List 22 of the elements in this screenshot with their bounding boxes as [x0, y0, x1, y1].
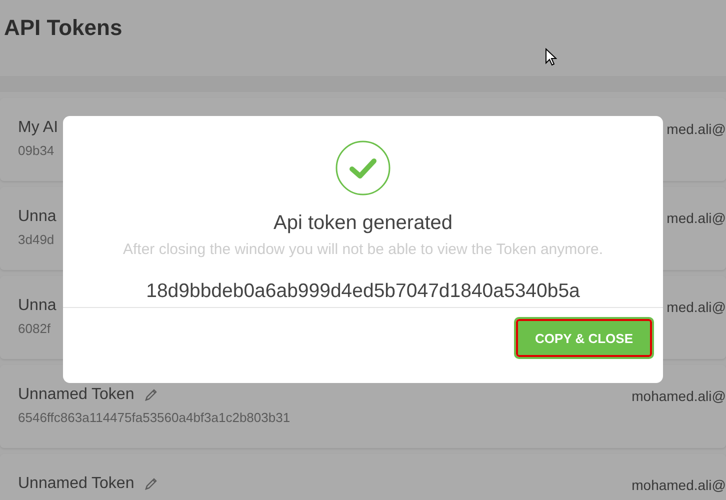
dialog-title: Api token generated: [273, 212, 453, 235]
generated-token: 18d9bbdeb0a6ab999d4ed5b7047d1840a5340b5a: [146, 280, 580, 303]
token-name: Unna: [18, 297, 56, 315]
pencil-icon[interactable]: [144, 477, 158, 491]
token-name: My AI: [18, 119, 58, 137]
token-hash: 6082f: [18, 321, 52, 336]
token-hash: 6546ffc863a114475fa53560a4bf3a1c2b803b31: [18, 410, 290, 425]
check-circle-icon: [335, 140, 391, 196]
cursor-icon: [545, 48, 557, 66]
token-name: Unnamed Token: [18, 386, 134, 404]
token-name: Unna: [18, 208, 56, 226]
pencil-icon[interactable]: [144, 388, 158, 402]
page-title: API Tokens: [3, 14, 124, 42]
token-name: Unnamed Token: [18, 475, 134, 493]
owner-email: med.ali@: [666, 120, 726, 139]
owner-email: mohamed.ali@: [632, 476, 726, 495]
token-hash: 3d49d: [18, 232, 56, 247]
owner-email: mohamed.ali@: [632, 387, 726, 406]
owner-email: med.ali@: [666, 298, 726, 317]
owner-email: med.ali@: [666, 209, 726, 228]
token-hash: 09b34: [18, 143, 56, 158]
copy-close-button[interactable]: COPY & CLOSE: [516, 319, 652, 357]
